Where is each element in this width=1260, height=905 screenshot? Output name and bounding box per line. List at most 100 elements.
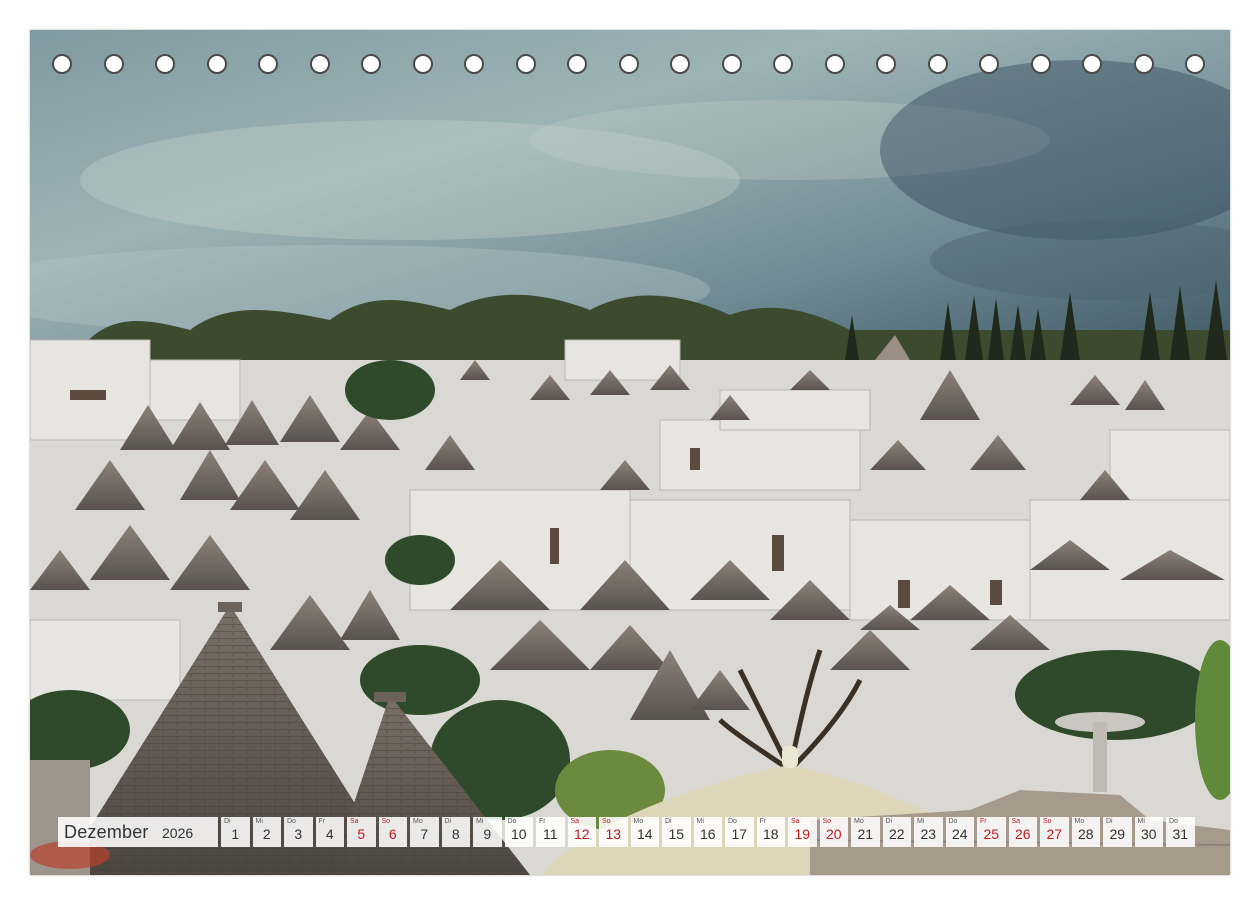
binding-hole	[927, 54, 948, 74]
day-cell: Sa 19	[788, 817, 817, 847]
day-number: 11	[542, 826, 558, 842]
binding-hole	[206, 54, 227, 74]
day-cell: Do 10	[504, 817, 533, 847]
month-name: Dezember	[64, 822, 149, 842]
day-cell: Di 1	[221, 817, 250, 847]
day-number: 31	[1172, 826, 1189, 842]
weekday-label: Di	[665, 818, 672, 825]
day-number: 7	[420, 826, 429, 842]
day-number: 20	[825, 826, 842, 842]
day-cell: Sa 5	[347, 817, 376, 847]
day-number: 28	[1077, 826, 1094, 842]
binding-hole	[464, 54, 484, 74]
day-cell: Mo 14	[630, 817, 659, 847]
binding-hole	[721, 54, 742, 74]
weekday-label: Di	[224, 818, 231, 825]
weekday-label: Di	[885, 818, 893, 825]
day-cell: Fr 4	[315, 817, 344, 847]
weekday-label: Mo	[633, 818, 644, 825]
weekday-label: So	[602, 818, 611, 825]
binding-hole	[515, 54, 536, 74]
day-number: 2	[262, 826, 271, 842]
day-number: 1	[231, 826, 240, 842]
weekday-label: Do	[507, 818, 517, 825]
day-number: 16	[699, 826, 716, 842]
day-number: 27	[1046, 826, 1063, 842]
day-number: 30	[1140, 826, 1157, 842]
binding-hole	[876, 54, 896, 74]
binding-hole	[103, 54, 124, 74]
binding-hole	[258, 54, 278, 74]
weekday-label: So	[822, 818, 832, 825]
day-cell: Sa 26	[1008, 817, 1037, 847]
weekday-label: Fr	[980, 818, 987, 825]
weekday-label: Fr	[318, 818, 326, 825]
day-number: 13	[605, 826, 622, 842]
weekday-label: Fr	[759, 818, 767, 825]
day-cell: Do 24	[945, 817, 974, 847]
binding-hole	[1185, 54, 1205, 74]
day-number: 19	[794, 826, 811, 842]
weekday-label: Sa	[791, 818, 800, 825]
day-number: 18	[762, 826, 779, 842]
day-cell: Di 22	[882, 817, 911, 847]
weekday-label: Sa	[1011, 818, 1021, 825]
month-year: 2026	[162, 825, 194, 841]
weekday-label: Mo	[1074, 818, 1085, 825]
weekday-label: Mo	[854, 818, 864, 825]
day-cell: Mi 9	[473, 817, 502, 847]
day-number: 8	[451, 826, 460, 842]
day-cell: Fr 25	[977, 817, 1006, 847]
binding-hole	[670, 54, 690, 74]
binding-hole	[155, 54, 175, 74]
day-number: 24	[951, 826, 968, 842]
day-cell: Di 15	[662, 817, 691, 847]
day-cell: Sa 12	[567, 817, 596, 847]
binding-hole	[618, 54, 639, 74]
day-cell: Do 31	[1166, 817, 1195, 847]
day-cell: Mo 7	[410, 817, 439, 847]
weekday-label: Mi	[255, 818, 263, 825]
binding-hole	[824, 54, 845, 74]
weekday-label: Do	[948, 818, 958, 825]
day-cell: Mi 23	[914, 817, 943, 847]
weekday-label: Mi	[917, 818, 925, 825]
binding-hole	[52, 54, 72, 74]
day-cell: Mi 16	[693, 817, 722, 847]
calendar-bar: Dezember 2026 Di 1 Mi 2 Do 3 Fr 4 Sa 5 So 6 Mo 7 Di 8 Mi…	[58, 817, 1198, 847]
day-cell: Do 17	[725, 817, 754, 847]
day-number: 23	[920, 826, 937, 842]
day-cell: Fr 18	[756, 817, 785, 847]
weekday-label: Do	[728, 818, 737, 825]
day-cell: Mi 2	[252, 817, 281, 847]
weekday-label: Di	[444, 818, 452, 825]
day-cell: Do 3	[284, 817, 313, 847]
binding-hole	[979, 54, 999, 74]
weekday-label: Mo	[413, 818, 423, 825]
day-number: 10	[510, 826, 527, 842]
month-box: Dezember 2026	[58, 817, 218, 847]
day-number: 26	[1014, 826, 1031, 842]
binding-hole	[1030, 54, 1051, 74]
weekday-label: Sa	[570, 818, 580, 825]
day-number: 4	[325, 826, 334, 842]
binding-hole	[773, 54, 793, 74]
day-number: 21	[857, 826, 874, 842]
binding-hole	[1082, 54, 1102, 74]
day-cell: Fr 11	[536, 817, 565, 847]
weekday-label: Di	[1106, 818, 1113, 825]
trulli-town-photo	[30, 30, 1230, 875]
weekday-label: Do	[1169, 818, 1178, 825]
day-number: 6	[388, 826, 397, 842]
day-cell: Di 29	[1103, 817, 1132, 847]
day-cell: So 6	[378, 817, 407, 847]
day-cell: Mi 30	[1134, 817, 1163, 847]
day-cell: So 20	[819, 817, 848, 847]
weekday-label: Mi	[476, 818, 484, 825]
day-number: 12	[573, 826, 590, 842]
binding-hole	[412, 54, 433, 74]
weekday-label: So	[381, 818, 391, 825]
weekday-label: Mi	[1137, 818, 1145, 825]
day-number: 5	[357, 826, 366, 842]
binding-hole	[309, 54, 330, 74]
